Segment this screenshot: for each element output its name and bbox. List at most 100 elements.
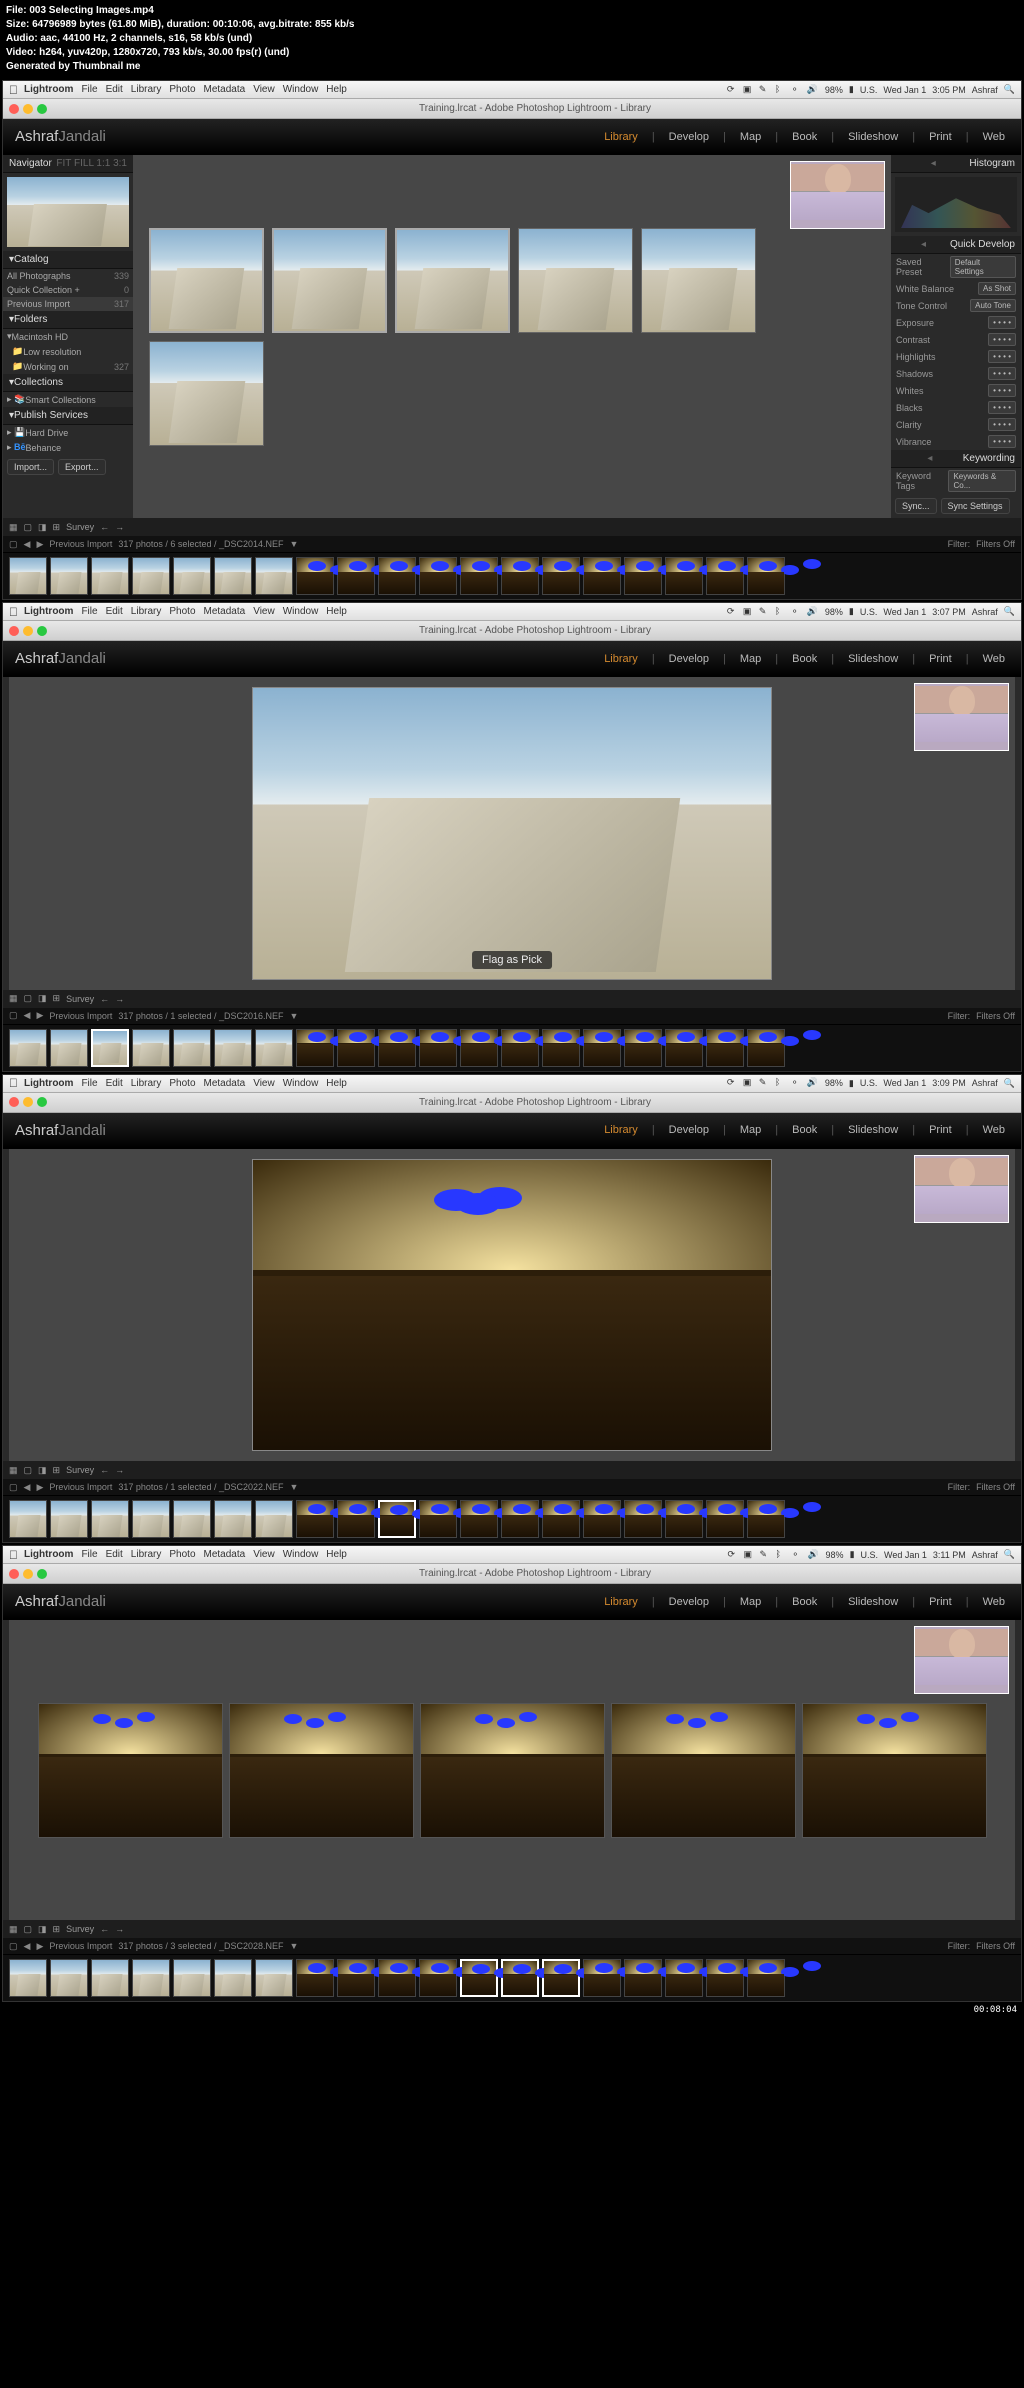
survey-view-button[interactable]: ⊞ bbox=[53, 1465, 61, 1476]
menu-app[interactable]: Lightroom bbox=[24, 606, 73, 617]
dropbox-icon[interactable]: ▣ bbox=[743, 606, 755, 618]
filmstrip-thumb[interactable] bbox=[624, 557, 662, 595]
survey-view-button[interactable]: ⊞ bbox=[53, 993, 61, 1004]
filmstrip-thumb[interactable] bbox=[460, 1959, 498, 1997]
filters-off[interactable]: Filters Off bbox=[976, 1011, 1015, 1021]
grid-cell[interactable] bbox=[641, 228, 756, 333]
nav-back-icon[interactable]: ◀ bbox=[24, 539, 31, 550]
evernote-icon[interactable]: ✎ bbox=[759, 1077, 771, 1089]
filters-off[interactable]: Filters Off bbox=[976, 1941, 1015, 1951]
nav-prev-icon[interactable]: ← bbox=[100, 994, 109, 1004]
menu-photo[interactable]: Photo bbox=[169, 606, 195, 617]
survey-cell[interactable] bbox=[611, 1703, 796, 1838]
filmstrip-thumb[interactable] bbox=[132, 1029, 170, 1067]
module-map[interactable]: Map bbox=[736, 1596, 765, 1608]
dropdown-icon[interactable]: ▼ bbox=[290, 1482, 299, 1492]
filmstrip-thumb[interactable] bbox=[706, 1029, 744, 1067]
qd-value[interactable]: • • • • bbox=[988, 435, 1016, 448]
filmstrip-thumb[interactable] bbox=[337, 1500, 375, 1538]
filmstrip-thumb[interactable] bbox=[255, 557, 293, 595]
filmstrip-thumb[interactable] bbox=[665, 557, 703, 595]
filmstrip-thumb[interactable] bbox=[747, 1959, 785, 1997]
wifi-icon[interactable]: ⚬ bbox=[792, 1549, 804, 1561]
spotlight-icon[interactable]: 🔍 bbox=[1004, 1549, 1015, 1560]
dropbox-icon[interactable]: ▣ bbox=[743, 1077, 755, 1089]
qd-row[interactable]: Exposure• • • • bbox=[891, 314, 1021, 331]
collections-smart[interactable]: ▸ 📚 Smart Collections bbox=[3, 392, 133, 407]
second-window-icon[interactable]: ▢ bbox=[9, 539, 18, 550]
flag-locale[interactable]: U.S. bbox=[860, 1078, 878, 1088]
module-book[interactable]: Book bbox=[788, 1124, 821, 1136]
module-slideshow[interactable]: Slideshow bbox=[844, 1124, 902, 1136]
survey-cell[interactable] bbox=[420, 1703, 605, 1838]
second-window-icon[interactable]: ▢ bbox=[9, 1010, 18, 1021]
filmstrip-thumb[interactable] bbox=[583, 557, 621, 595]
filmstrip-thumb[interactable] bbox=[747, 1500, 785, 1538]
module-print[interactable]: Print bbox=[925, 1596, 956, 1608]
catalog-all[interactable]: All Photographs339 bbox=[3, 269, 133, 283]
qd-value[interactable]: • • • • bbox=[988, 401, 1016, 414]
menu-photo[interactable]: Photo bbox=[169, 1078, 195, 1089]
keywording-header[interactable]: ◂Keywording bbox=[891, 450, 1021, 468]
dropbox-icon[interactable]: ▣ bbox=[744, 1549, 756, 1561]
loupe-view-button[interactable]: ▢ bbox=[24, 1465, 33, 1476]
bluetooth-icon[interactable]: ᛒ bbox=[775, 84, 787, 96]
navigator-header[interactable]: NavigatorFIT FILL 1:1 3:1 bbox=[3, 155, 133, 173]
qd-value[interactable]: As Shot bbox=[978, 282, 1016, 295]
menu-app[interactable]: Lightroom bbox=[24, 1549, 73, 1560]
publish-hd[interactable]: ▸ 💾 Hard Drive bbox=[3, 425, 133, 440]
volume-icon[interactable]: 🔊 bbox=[807, 84, 819, 96]
filmstrip-thumb[interactable] bbox=[624, 1029, 662, 1067]
qd-row[interactable]: Vibrance• • • • bbox=[891, 433, 1021, 450]
module-develop[interactable]: Develop bbox=[665, 131, 713, 143]
catalog-previous-import[interactable]: Previous Import317 bbox=[3, 297, 133, 311]
apple-icon[interactable]:  bbox=[9, 1548, 18, 1562]
qd-value[interactable]: • • • • bbox=[988, 316, 1016, 329]
source-label[interactable]: Previous Import bbox=[49, 1482, 112, 1492]
nav-back-icon[interactable]: ◀ bbox=[24, 1010, 31, 1021]
filmstrip-thumb[interactable] bbox=[255, 1959, 293, 1997]
filmstrip-thumb[interactable] bbox=[665, 1500, 703, 1538]
filmstrip-thumb[interactable] bbox=[706, 557, 744, 595]
filmstrip-thumb[interactable] bbox=[91, 1029, 129, 1067]
filmstrip-thumb[interactable] bbox=[255, 1029, 293, 1067]
filmstrip-thumb[interactable] bbox=[9, 1959, 47, 1997]
menu-window[interactable]: Window bbox=[283, 84, 319, 95]
folder-volume[interactable]: ▾ Macintosh HD bbox=[3, 329, 133, 344]
grid-view-button[interactable]: ▦ bbox=[9, 1924, 18, 1935]
user-name[interactable]: Ashraf bbox=[972, 1078, 998, 1088]
module-book[interactable]: Book bbox=[788, 653, 821, 665]
dropdown-icon[interactable]: ▼ bbox=[290, 539, 299, 549]
close-window-button[interactable] bbox=[9, 1097, 19, 1107]
module-slideshow[interactable]: Slideshow bbox=[844, 1596, 902, 1608]
filmstrip-thumb[interactable] bbox=[9, 1500, 47, 1538]
nav-prev-icon[interactable]: ← bbox=[100, 1465, 109, 1475]
dropbox-icon[interactable]: ▣ bbox=[743, 84, 755, 96]
sync-button[interactable]: Sync... bbox=[895, 498, 937, 514]
filmstrip-thumb[interactable] bbox=[132, 557, 170, 595]
wifi-icon[interactable]: ⚬ bbox=[791, 606, 803, 618]
grid-cell[interactable] bbox=[149, 228, 264, 333]
nav-back-icon[interactable]: ◀ bbox=[24, 1941, 31, 1952]
filmstrip-thumb[interactable] bbox=[173, 1029, 211, 1067]
menu-file[interactable]: File bbox=[81, 606, 97, 617]
catalog-header[interactable]: ▾ Catalog bbox=[3, 251, 133, 269]
loupe-image[interactable] bbox=[252, 1159, 772, 1452]
menu-edit[interactable]: Edit bbox=[106, 1549, 123, 1560]
filmstrip-thumb[interactable] bbox=[214, 1500, 252, 1538]
evernote-icon[interactable]: ✎ bbox=[759, 606, 771, 618]
filmstrip-thumb[interactable] bbox=[173, 1500, 211, 1538]
survey-cell[interactable] bbox=[38, 1703, 223, 1838]
loupe-view-button[interactable]: ▢ bbox=[24, 993, 33, 1004]
module-library[interactable]: Library bbox=[600, 1596, 642, 1608]
filmstrip-thumb[interactable] bbox=[501, 1029, 539, 1067]
filmstrip-thumb[interactable] bbox=[460, 1029, 498, 1067]
filmstrip-thumb[interactable] bbox=[296, 1029, 334, 1067]
filmstrip-thumb[interactable] bbox=[706, 1959, 744, 1997]
spotlight-icon[interactable]: 🔍 bbox=[1004, 1078, 1015, 1089]
nav-fwd-icon[interactable]: ▶ bbox=[36, 539, 43, 550]
bluetooth-icon[interactable]: ᛒ bbox=[775, 606, 787, 618]
nav-fwd-icon[interactable]: ▶ bbox=[36, 1941, 43, 1952]
volume-icon[interactable]: 🔊 bbox=[808, 1549, 820, 1561]
menu-edit[interactable]: Edit bbox=[106, 606, 123, 617]
